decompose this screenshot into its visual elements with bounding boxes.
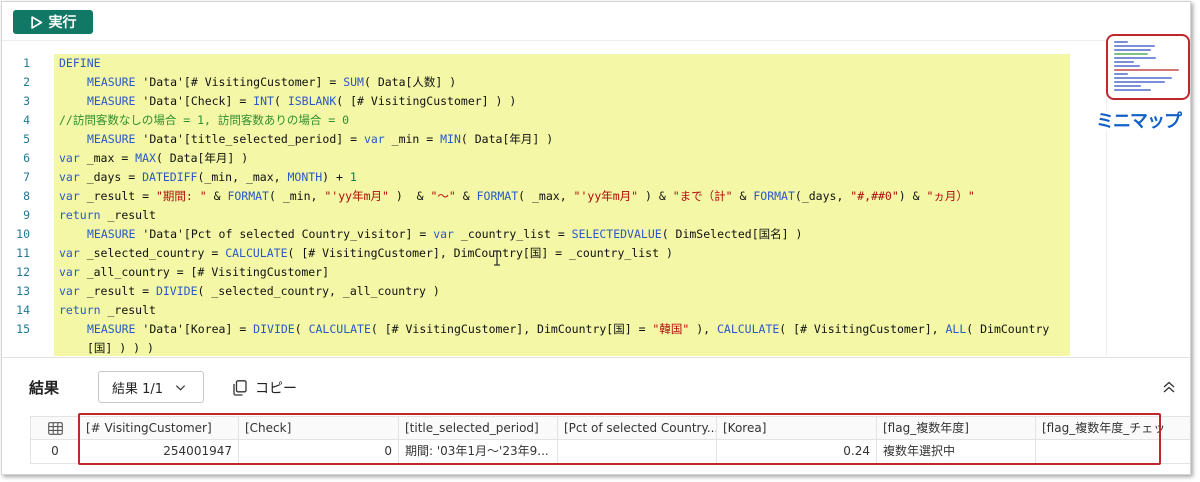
column-header[interactable]: [Check] [239,416,399,440]
minimap-line [1114,81,1165,83]
table-cell[interactable]: 0 [239,440,399,464]
grid-header-row: [# VisitingCustomer] [Check] [title_sele… [30,416,1190,440]
line-number: 11 [16,246,30,260]
code-line: var _days = DATEDIFF(_min, _max, MONTH) … [59,170,357,184]
table-row: 0 254001947 0 期間: '03年1月〜'23年9... 0.24 複… [30,440,1190,464]
line-number: 8 [23,189,30,203]
code-line: MEASURE 'Data'[title_selected_period] = … [87,132,554,146]
text-cursor-icon [494,250,500,266]
code-line: MEASURE 'Data'[Check] = INT( ISBLANK( [#… [87,94,517,108]
grid-corner[interactable] [30,416,80,440]
line-number: 1 [23,56,30,70]
copy-button[interactable]: コピー [233,378,297,398]
column-header[interactable]: [Pct of selected Country... [558,416,717,440]
copy-icon [233,380,247,396]
minimap-line [1114,41,1128,43]
line-number: 10 [16,227,30,241]
result-selector-value: 結果 1/1 [112,381,164,397]
table-cell[interactable]: 期間: '03年1月〜'23年9... [399,440,558,464]
run-button[interactable]: 実行 [13,10,93,34]
table-icon [47,422,63,435]
line-number: 13 [16,284,30,298]
code-line: MEASURE 'Data'[Pct of selected Country_v… [87,227,803,241]
line-number: 3 [23,94,30,108]
minimap-line [1114,45,1155,47]
line-number: 7 [23,170,30,184]
column-header[interactable]: [flag_複数年度_チェッ [1036,416,1190,440]
code-line: var _result = DIVIDE( _selected_country,… [59,284,440,298]
column-header[interactable]: [flag_複数年度] [877,416,1036,440]
column-header[interactable]: [title_selected_period] [399,416,558,440]
line-number: 15 [16,322,30,336]
code-line: MEASURE 'Data'[# VisitingCustomer] = SUM… [87,75,457,89]
minimap-line [1114,65,1140,67]
play-icon [30,15,42,29]
results-title: 結果 [29,379,60,397]
column-header[interactable]: [Korea] [717,416,877,440]
code-line: return _result [59,303,156,317]
collapse-chevron-icon[interactable] [1162,380,1176,394]
code-line: [国] ) ) ) [87,341,154,355]
table-cell[interactable]: 254001947 [80,440,239,464]
chevron-down-icon [176,384,186,391]
code-lines[interactable]: DEFINE MEASURE 'Data'[# VisitingCustomer… [59,54,1070,356]
code-line: return _result [59,208,156,222]
minimap-line [1114,89,1152,91]
minimap-line [1114,69,1179,71]
line-number: 5 [23,132,30,146]
line-number: 2 [23,75,30,89]
minimap-line [1114,57,1157,59]
code-line: var _all_country = [# VisitingCustomer] [59,265,330,279]
code-line: var _result = "期間: " & FORMAT( _min, "'y… [59,189,975,203]
results-divider [2,357,1190,358]
line-number: 12 [16,265,30,279]
toolbar-divider [2,40,1190,41]
minimap-annotation-label: ミニマップ [1096,111,1182,132]
table-cell[interactable] [1036,440,1190,464]
line-number: 6 [23,151,30,165]
table-cell[interactable]: 複数年選択中 [877,440,1036,464]
minimap-line [1114,77,1172,79]
copy-button-label: コピー [255,381,297,397]
table-cell[interactable] [558,440,717,464]
line-number-gutter: 1 2 3 4 5 6 7 8 9 10 11 12 13 14 15 [2,54,42,339]
line-number: 4 [23,113,30,127]
table-cell[interactable]: 0.24 [717,440,877,464]
minimap-line [1114,85,1142,87]
dax-query-window: 実行 1 2 3 4 5 6 7 8 9 10 11 12 13 14 15 D… [1,1,1191,475]
run-button-label: 実行 [48,15,77,31]
code-line: var _selected_country = CALCULATE( [# Vi… [59,246,673,260]
code-line: //訪問客数なしの場合 = 1, 訪問客数ありの場合 = 0 [59,113,350,127]
code-line: var _max = MAX( Data[年月] ) [59,151,249,165]
minimap-line [1114,53,1148,55]
minimap-line [1114,73,1128,75]
minimap[interactable] [1106,34,1190,100]
line-number: 9 [23,208,30,222]
column-header[interactable]: [# VisitingCustomer] [80,416,239,440]
results-grid: [# VisitingCustomer] [Check] [title_sele… [30,416,1190,466]
code-line: DEFINE [59,56,101,70]
minimap-line [1114,49,1152,51]
row-index: 0 [30,440,80,464]
code-editor[interactable]: 1 2 3 4 5 6 7 8 9 10 11 12 13 14 15 DEFI… [2,44,1106,356]
minimap-line [1114,61,1135,63]
result-selector-dropdown[interactable]: 結果 1/1 [98,371,204,403]
code-line: MEASURE 'Data'[Korea] = DIVIDE( CALCULAT… [87,322,1050,336]
line-number: 14 [16,303,30,317]
